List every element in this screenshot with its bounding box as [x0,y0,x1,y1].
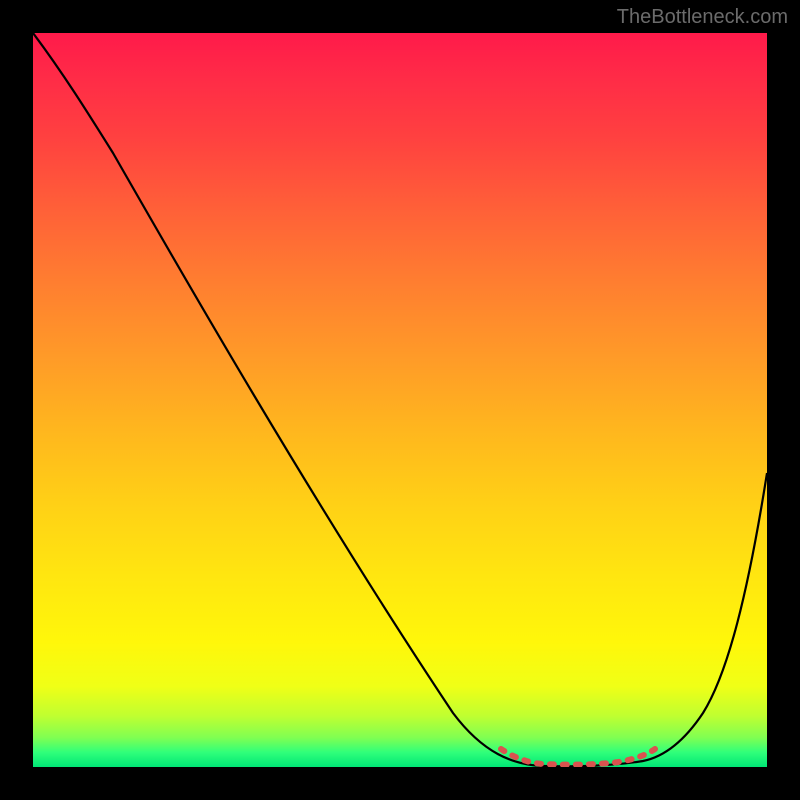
bottleneck-curve-path [33,33,767,766]
plot-area [33,33,767,767]
watermark-text: TheBottleneck.com [617,6,788,29]
curve-svg [33,33,767,767]
